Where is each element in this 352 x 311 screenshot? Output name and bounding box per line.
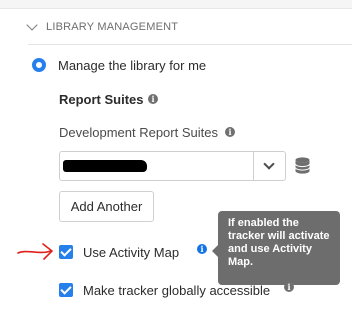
use-activity-map-label[interactable]: Use Activity Map xyxy=(83,245,179,260)
global-tracker-label[interactable]: Make tracker globally accessible xyxy=(83,283,270,298)
development-report-suites-label: Development Report Suites xyxy=(59,125,218,140)
info-icon[interactable]: i xyxy=(197,244,207,254)
info-icon[interactable]: i xyxy=(148,94,158,104)
report-suite-combobox[interactable] xyxy=(59,151,286,181)
report-suite-input[interactable] xyxy=(60,152,254,180)
database-icon[interactable] xyxy=(295,157,310,174)
global-tracker-checkbox[interactable] xyxy=(59,283,73,297)
divider xyxy=(28,44,352,45)
red-arrow-annotation xyxy=(17,243,53,260)
manage-library-label[interactable]: Manage the library for me xyxy=(58,58,206,73)
activity-map-tooltip: If enabled the tracker will activate and… xyxy=(212,211,340,285)
redacted-value xyxy=(63,160,147,172)
tooltip-pointer xyxy=(212,245,218,257)
top-strip xyxy=(0,0,352,9)
add-another-button[interactable]: Add Another xyxy=(59,191,154,222)
info-icon[interactable]: i xyxy=(225,127,235,137)
tooltip-text: If enabled the tracker will activate and… xyxy=(228,217,330,268)
report-suites-heading: Report Suites xyxy=(59,92,144,107)
extension-config-panel: LIBRARY MANAGEMENT Manage the library fo… xyxy=(0,0,352,311)
library-management-header[interactable]: LIBRARY MANAGEMENT xyxy=(26,19,179,33)
section-title: LIBRARY MANAGEMENT xyxy=(46,21,179,33)
chevron-down-icon xyxy=(263,158,275,170)
info-icon[interactable]: i xyxy=(284,282,294,292)
use-activity-map-checkbox[interactable] xyxy=(59,245,73,259)
manage-library-radio[interactable] xyxy=(32,58,46,72)
combobox-dropdown-button[interactable] xyxy=(253,152,285,180)
chevron-down-icon[interactable] xyxy=(26,19,38,31)
